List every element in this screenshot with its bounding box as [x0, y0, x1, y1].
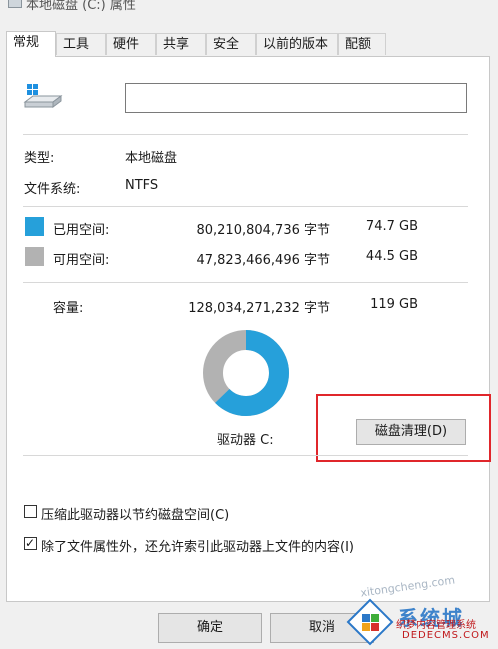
ok-button[interactable]: 确定 — [158, 613, 262, 643]
drive-icon — [23, 84, 63, 108]
free-space-size: 44.5 GB — [365, 249, 418, 264]
tab-previous-versions[interactable]: 以前的版本 — [256, 33, 338, 55]
compress-checkbox[interactable] — [24, 505, 37, 518]
disk-usage-donut — [203, 330, 289, 416]
tab-tools[interactable]: 工具 — [56, 33, 106, 55]
separator — [23, 455, 468, 456]
tab-security[interactable]: 安全 — [206, 33, 256, 55]
tab-general[interactable]: 常规 — [6, 31, 56, 57]
watermark-line1: 织梦内容管理系统 — [396, 620, 476, 631]
type-label: 类型: — [24, 151, 55, 166]
used-space-label: 已用空间: — [53, 223, 110, 238]
free-space-swatch — [25, 247, 44, 266]
window-title: 本地磁盘 (C:) 属性 — [26, 0, 136, 13]
watermark-line2: DEDECMS.COM — [402, 630, 490, 641]
title-bar: 本地磁盘 (C:) 属性 — [0, 0, 498, 14]
separator — [23, 206, 468, 207]
tab-hardware[interactable]: 硬件 — [106, 33, 156, 55]
disk-cleanup-button[interactable]: 磁盘清理(D) — [356, 419, 466, 445]
separator — [23, 134, 468, 135]
index-label: 除了文件属性外，还允许索引此驱动器上文件的内容(I) — [41, 540, 354, 555]
filesystem-value: NTFS — [125, 178, 159, 193]
used-space-swatch — [25, 217, 44, 236]
free-space-bytes: 47,823,466,496 字节 — [196, 253, 330, 268]
volume-name-input[interactable] — [125, 83, 467, 113]
type-value: 本地磁盘 — [125, 151, 178, 166]
filesystem-label: 文件系统: — [24, 182, 81, 197]
check-mark-icon: ✓ — [25, 536, 36, 550]
tab-sharing[interactable]: 共享 — [156, 33, 206, 55]
tab-bar: 常规 工具 硬件 共享 安全 以前的版本 配额 — [0, 31, 498, 57]
capacity-label: 容量: — [53, 301, 84, 316]
tab-quota[interactable]: 配额 — [338, 33, 386, 55]
capacity-size: 119 GB — [370, 297, 418, 312]
drive-letter-label: 驱动器 C: — [217, 433, 274, 448]
compress-label: 压缩此驱动器以节约磁盘空间(C) — [41, 508, 230, 523]
free-space-label: 可用空间: — [53, 253, 110, 268]
used-space-size: 74.7 GB — [365, 219, 418, 234]
capacity-bytes: 128,034,271,232 字节 — [188, 301, 330, 316]
index-checkbox[interactable]: ✓ — [24, 536, 37, 550]
used-space-bytes: 80,210,804,736 字节 — [196, 223, 330, 238]
drive-title-icon — [8, 0, 22, 8]
separator — [23, 282, 468, 283]
